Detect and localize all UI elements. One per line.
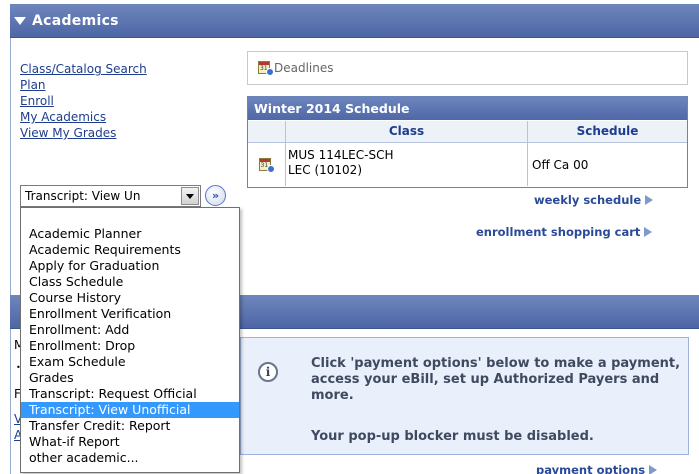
page: Academics Class/Catalog Search Plan Enro… (0, 0, 699, 474)
table-row: MUS 114LEC-SCH LEC (10102) Off Ca 00 (248, 142, 687, 186)
payment-options-label: payment options (536, 463, 646, 474)
option-course-history[interactable]: Course History (21, 290, 239, 306)
class-name: MUS 114LEC-SCH (288, 148, 394, 162)
schedule-title: Winter 2014 Schedule (248, 97, 687, 120)
option-grades[interactable]: Grades (21, 370, 239, 386)
transcript-dropdown-list: Academic Planner Academic Requirements A… (20, 207, 240, 473)
popup-blocker-note: Your pop-up blocker must be disabled. (311, 429, 594, 444)
schedule-header-row: Class Schedule (248, 120, 687, 142)
info-icon: i (258, 362, 278, 382)
go-button[interactable]: » (205, 185, 226, 206)
collapse-triangle-icon[interactable] (14, 16, 26, 25)
view-my-grades-link[interactable]: View My Grades (20, 125, 147, 141)
arrow-right-icon (649, 465, 658, 474)
header-class: Class (286, 121, 528, 142)
payment-options-link[interactable]: payment options (536, 463, 658, 474)
option-academic-planner[interactable]: Academic Planner (21, 226, 239, 242)
arrow-right-icon (644, 227, 653, 237)
arrow-right-icon (645, 195, 654, 205)
option-other-academic[interactable]: other academic... (21, 450, 239, 466)
shopping-cart-label: enrollment shopping cart (476, 225, 641, 239)
academic-links: Class/Catalog Search Plan Enroll My Acad… (20, 61, 147, 141)
transcript-select-value: Transcript: View Un (25, 189, 141, 203)
shopping-cart-link[interactable]: enrollment shopping cart (476, 225, 653, 239)
option-enrollment-add[interactable]: Enrollment: Add (21, 322, 239, 338)
class-section: LEC (10102) (288, 163, 362, 177)
calendar-info-icon (258, 60, 274, 76)
option-enrollment-verification[interactable]: Enrollment Verification (21, 306, 239, 322)
class-catalog-search-link[interactable]: Class/Catalog Search (20, 61, 147, 77)
academics-header[interactable]: Academics (10, 4, 699, 38)
header-schedule: Schedule (576, 124, 639, 138)
transcript-select[interactable]: Transcript: View Un (20, 185, 201, 207)
deadlines-box[interactable]: Deadlines (247, 51, 688, 85)
option-transfer-credit-report[interactable]: Transfer Credit: Report (21, 418, 239, 434)
deadlines-label: Deadlines (274, 61, 334, 75)
option-apply-for-graduation[interactable]: Apply for Graduation (21, 258, 239, 274)
header-title: Academics (32, 12, 119, 29)
weekly-schedule-link[interactable]: weekly schedule (534, 193, 654, 207)
payment-info-box: i Click 'payment options' below to make … (240, 337, 689, 455)
row-icon-cell (248, 143, 286, 186)
payment-message: Click 'payment options' below to make a … (311, 356, 681, 403)
my-academics-link[interactable]: My Academics (20, 109, 147, 125)
class-details-icon[interactable] (258, 157, 275, 173)
chevron-down-icon[interactable] (181, 187, 199, 205)
schedule-cell: Off Ca 00 (532, 158, 589, 172)
option-academic-requirements[interactable]: Academic Requirements (21, 242, 239, 258)
schedule-table: Winter 2014 Schedule Class Schedule MUS … (247, 96, 688, 188)
option-exam-schedule[interactable]: Exam Schedule (21, 354, 239, 370)
option-class-schedule[interactable]: Class Schedule (21, 274, 239, 290)
plan-link[interactable]: Plan (20, 77, 147, 93)
weekly-schedule-label: weekly schedule (534, 193, 642, 207)
option-transcript-view-unofficial[interactable]: Transcript: View Unofficial (21, 402, 239, 418)
option-transcript-request-official[interactable]: Transcript: Request Official (21, 386, 239, 402)
header-icon-col (248, 121, 286, 142)
option-what-if-report[interactable]: What-if Report (21, 434, 239, 450)
enroll-link[interactable]: Enroll (20, 93, 147, 109)
class-cell: MUS 114LEC-SCH LEC (10102) (286, 143, 528, 186)
option-enrollment-drop[interactable]: Enrollment: Drop (21, 338, 239, 354)
